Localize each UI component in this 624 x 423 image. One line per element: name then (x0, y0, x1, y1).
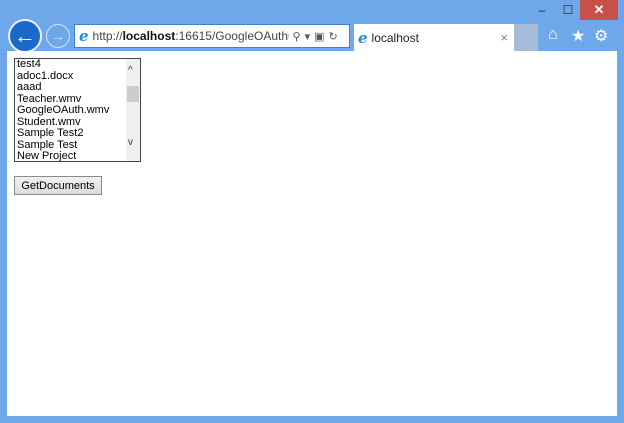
ie-logo-icon: e (358, 28, 368, 47)
documents-listbox[interactable]: test4 adoc1.docx aaad Teacher.wmv Google… (14, 58, 141, 162)
list-item[interactable]: test4 (15, 59, 140, 71)
url-host: localhost (122, 29, 176, 43)
get-documents-button[interactable]: GetDocuments (14, 176, 102, 195)
gear-icon[interactable]: ⚙ (594, 26, 608, 46)
chevron-down-icon[interactable]: v (128, 137, 133, 148)
close-tab-icon[interactable]: × (500, 30, 508, 45)
new-tab-button[interactable] (514, 24, 538, 51)
home-icon[interactable]: ⌂ (548, 26, 558, 44)
search-icon[interactable]: ⚲ (293, 30, 301, 43)
star-icon[interactable]: ★ (571, 26, 585, 46)
forward-arrow-icon: → (51, 28, 65, 44)
url-protocol: http:// (92, 29, 123, 43)
page-content: test4 adoc1.docx aaad Teacher.wmv Google… (7, 51, 617, 416)
close-window-button[interactable]: ✕ (580, 0, 618, 20)
back-arrow-icon: ← (14, 23, 36, 48)
address-bar[interactable]: e http://localhost:16615/GoogleOAuthC ⚲ … (74, 24, 350, 48)
back-button[interactable]: ← (8, 19, 42, 53)
tab-localhost[interactable]: e localhost × (354, 24, 514, 51)
chevron-down-icon[interactable]: ▾ (305, 30, 311, 43)
list-item[interactable]: GoogleOAuth.wmv (15, 104, 140, 117)
forward-button[interactable]: → (46, 24, 70, 48)
scrollbar[interactable]: ^ v (126, 59, 140, 161)
minimize-button[interactable]: – (530, 0, 554, 20)
url-path: :16615/GoogleOAuthC (175, 29, 289, 43)
tab-title: localhost (371, 30, 419, 45)
ie-logo-icon: e (79, 27, 89, 45)
refresh-icon[interactable]: ↻ (329, 30, 338, 43)
compatibility-view-icon[interactable]: ▣ (314, 30, 324, 43)
list-item[interactable]: New Project (15, 150, 140, 161)
list-item[interactable]: aaad (15, 81, 140, 94)
maximize-button[interactable]: ☐ (556, 0, 580, 20)
chevron-up-icon[interactable]: ^ (128, 65, 133, 76)
list-item[interactable]: Sample Test2 (15, 127, 140, 140)
scrollbar-thumb[interactable] (127, 86, 139, 102)
url-text[interactable]: http://localhost:16615/GoogleOAuthC (93, 29, 289, 43)
